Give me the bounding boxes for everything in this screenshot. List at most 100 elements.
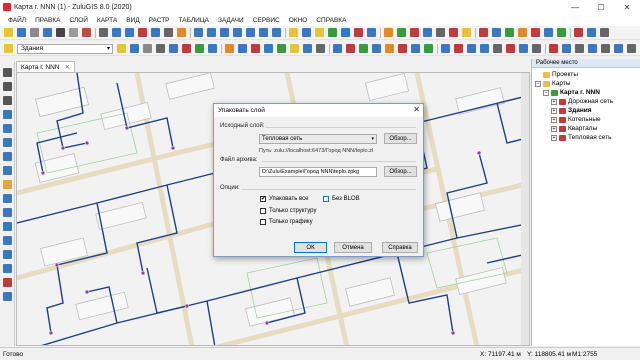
- tree-item[interactable]: − Карты: [535, 79, 640, 88]
- map-tool-icon[interactable]: [2, 222, 12, 231]
- toolbar-tool-icon[interactable]: [346, 44, 355, 53]
- menu-edit[interactable]: ПРАВКА: [35, 17, 60, 24]
- toolbar-tool-icon[interactable]: [289, 28, 298, 37]
- toolbar-tool-icon[interactable]: [544, 28, 553, 37]
- toolbar-tool-icon[interactable]: [151, 28, 160, 37]
- toolbar-tool-icon[interactable]: [143, 44, 152, 53]
- map-tool-icon[interactable]: [2, 292, 12, 301]
- tree-item[interactable]: + Котельные: [535, 115, 640, 124]
- toolbar-tool-icon[interactable]: [290, 44, 299, 53]
- toolbar-tool-icon[interactable]: [125, 28, 134, 37]
- archive-file-input[interactable]: D:\Zulu\Example\Город NNN\teplo.zpkg: [259, 167, 377, 177]
- toolbar-tool-icon[interactable]: [441, 44, 450, 53]
- toolbar-tool-icon[interactable]: [220, 28, 229, 37]
- toolbar-tool-icon[interactable]: [112, 28, 121, 37]
- toolbar-tool-icon[interactable]: [519, 44, 528, 53]
- toolbar-tool-icon[interactable]: [225, 44, 234, 53]
- toolbar-tool-icon[interactable]: [56, 28, 65, 37]
- menu-map[interactable]: КАРТА: [97, 17, 117, 24]
- toolbar-tool-icon[interactable]: [302, 28, 311, 37]
- toolbar-tool-icon[interactable]: [354, 28, 363, 37]
- toolbar-tool-icon[interactable]: [562, 44, 571, 53]
- ok-button[interactable]: ОК: [294, 242, 327, 253]
- map-tool-icon[interactable]: [2, 68, 12, 77]
- toolbar-tool-icon[interactable]: [384, 28, 393, 37]
- dialog-close-icon[interactable]: ✕: [413, 105, 420, 114]
- browse-source-button[interactable]: Обзор...: [384, 133, 417, 144]
- map-tool-icon[interactable]: [2, 110, 12, 119]
- tree-item[interactable]: + Дорожная сеть: [535, 97, 640, 106]
- toolbar-tool-icon[interactable]: [138, 28, 147, 37]
- toolbar-tool-icon[interactable]: [164, 28, 173, 37]
- expand-icon[interactable]: +: [551, 125, 557, 132]
- map-tool-icon[interactable]: [2, 180, 12, 189]
- toolbar-tool-icon[interactable]: [30, 28, 39, 37]
- toolbar-tool-icon[interactable]: [303, 44, 312, 53]
- toolbar-tool-icon[interactable]: [99, 28, 108, 37]
- tree-item[interactable]: Проекты: [535, 70, 640, 79]
- menu-file[interactable]: ФАЙЛ: [8, 17, 26, 24]
- tree-item[interactable]: − Карта г. NNN: [535, 88, 640, 97]
- maximize-button[interactable]: ☐: [588, 0, 614, 14]
- toolbar-tool-icon[interactable]: [532, 44, 541, 53]
- toolbar-tool-icon[interactable]: [17, 28, 26, 37]
- close-button[interactable]: ✕: [614, 0, 640, 14]
- minimize-button[interactable]: —: [562, 0, 588, 14]
- toolbar-tool-icon[interactable]: [251, 44, 260, 53]
- toolbar-tool-icon[interactable]: [493, 44, 502, 53]
- toolbar-tool-icon[interactable]: [557, 28, 566, 37]
- toolbar-tool-icon[interactable]: [316, 44, 325, 53]
- tree-item[interactable]: + Здания: [535, 106, 640, 115]
- toolbar-tool-icon[interactable]: [117, 44, 126, 53]
- toolbar-tool-icon[interactable]: [436, 28, 445, 37]
- toolbar-tool-icon[interactable]: [315, 28, 324, 37]
- toolbar-tool-icon[interactable]: [574, 28, 583, 37]
- menu-help[interactable]: СПРАВКА: [316, 17, 346, 24]
- toolbar-tool-icon[interactable]: [397, 28, 406, 37]
- toolbar-tool-icon[interactable]: [424, 44, 433, 53]
- map-tool-icon[interactable]: [2, 194, 12, 203]
- toolbar-tool-icon[interactable]: [341, 28, 350, 37]
- menu-service[interactable]: СЕРВИС: [253, 17, 280, 24]
- structure-only-checkbox[interactable]: Только структуру: [260, 208, 316, 214]
- no-blob-checkbox[interactable]: Без BLOB: [323, 196, 360, 202]
- toolbar-tool-icon[interactable]: [246, 28, 255, 37]
- map-tool-icon[interactable]: [2, 82, 12, 91]
- graphics-only-checkbox[interactable]: Только графику: [260, 219, 313, 225]
- toolbar-tool-icon[interactable]: [359, 44, 368, 53]
- toolbar-tool-icon[interactable]: [259, 28, 268, 37]
- checkbox-checked-icon[interactable]: ✔: [260, 196, 266, 202]
- checkbox-empty-icon[interactable]: [323, 196, 329, 202]
- layer-icon[interactable]: [4, 44, 13, 53]
- toolbar-tool-icon[interactable]: [492, 28, 501, 37]
- expand-icon[interactable]: +: [551, 98, 557, 105]
- toolbar-tool-icon[interactable]: [462, 28, 471, 37]
- toolbar-tool-icon[interactable]: [264, 44, 273, 53]
- toolbar-tool-icon[interactable]: [208, 44, 217, 53]
- toolbar-tool-icon[interactable]: [505, 28, 514, 37]
- collapse-icon[interactable]: −: [543, 89, 549, 96]
- menu-window[interactable]: ОКНО: [289, 17, 308, 24]
- map-tool-icon[interactable]: [2, 152, 12, 161]
- menu-layer[interactable]: СЛОЙ: [69, 17, 87, 24]
- toolbar-tool-icon[interactable]: [600, 28, 609, 37]
- map-tool-icon[interactable]: [2, 278, 12, 287]
- toolbar-tool-icon[interactable]: [233, 28, 242, 37]
- toolbar-tool-icon[interactable]: [479, 28, 488, 37]
- toolbar-tool-icon[interactable]: [575, 44, 584, 53]
- toolbar-tool-icon[interactable]: [423, 28, 432, 37]
- toolbar-tool-icon[interactable]: [411, 44, 420, 53]
- toolbar-tool-icon[interactable]: [69, 28, 78, 37]
- checkbox-empty-icon[interactable]: [260, 208, 266, 214]
- collapse-icon[interactable]: −: [535, 80, 541, 87]
- tree-item[interactable]: + Кварталы: [535, 124, 640, 133]
- expand-icon[interactable]: +: [551, 116, 557, 123]
- toolbar-tool-icon[interactable]: [480, 44, 489, 53]
- help-button[interactable]: Справка: [382, 242, 418, 253]
- map-tool-icon[interactable]: [2, 166, 12, 175]
- toolbar-tool-icon[interactable]: [333, 44, 342, 53]
- source-layer-select[interactable]: Тепловая сеть ▾: [259, 134, 377, 144]
- toolbar-tool-icon[interactable]: [454, 44, 463, 53]
- map-tool-icon[interactable]: [2, 124, 12, 133]
- toolbar-tool-icon[interactable]: [277, 44, 286, 53]
